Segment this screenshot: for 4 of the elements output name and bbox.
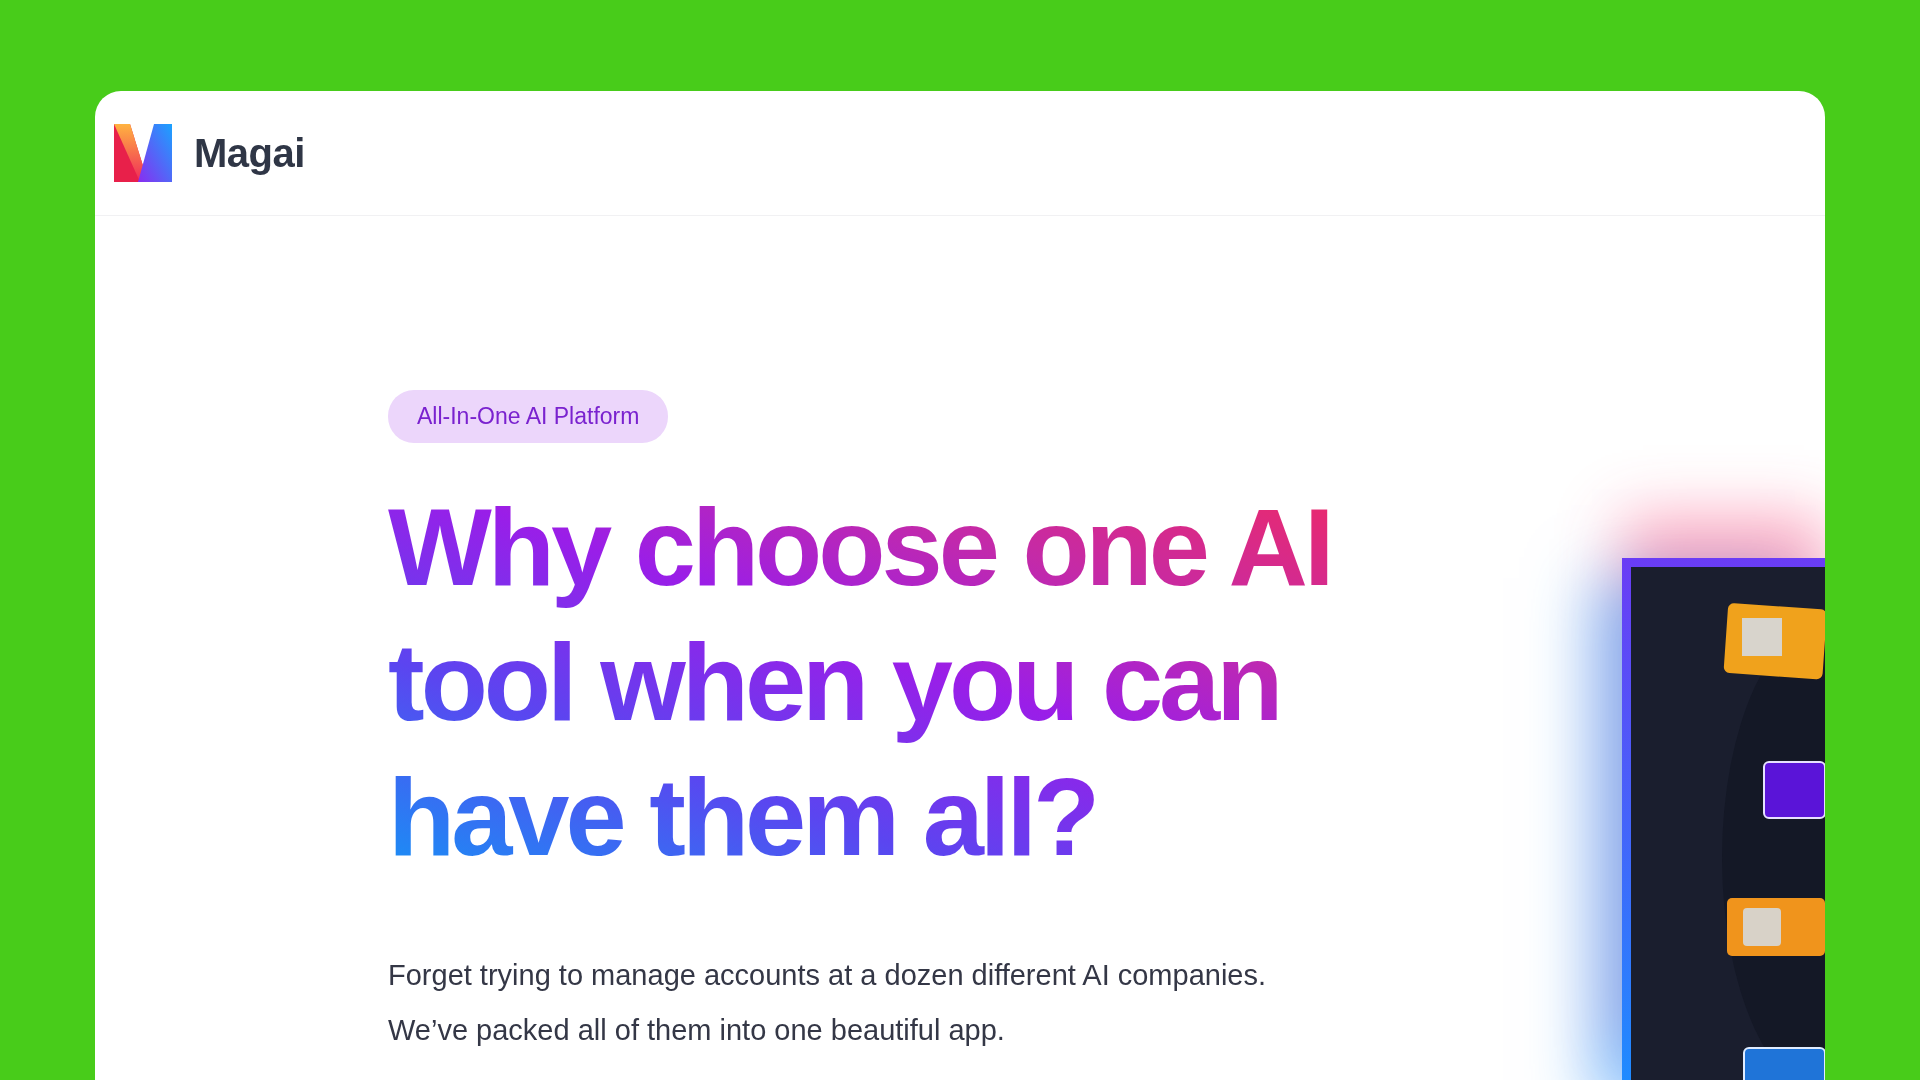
platform-badge: All-In-One AI Platform: [388, 390, 669, 443]
logo-icon: [112, 122, 174, 184]
description: Forget trying to manage accounts at a dozen different AI companies. We’ve packed all of them into one beautiful app.: [388, 958, 1268, 1048]
brand-name: Magai: [194, 130, 305, 176]
